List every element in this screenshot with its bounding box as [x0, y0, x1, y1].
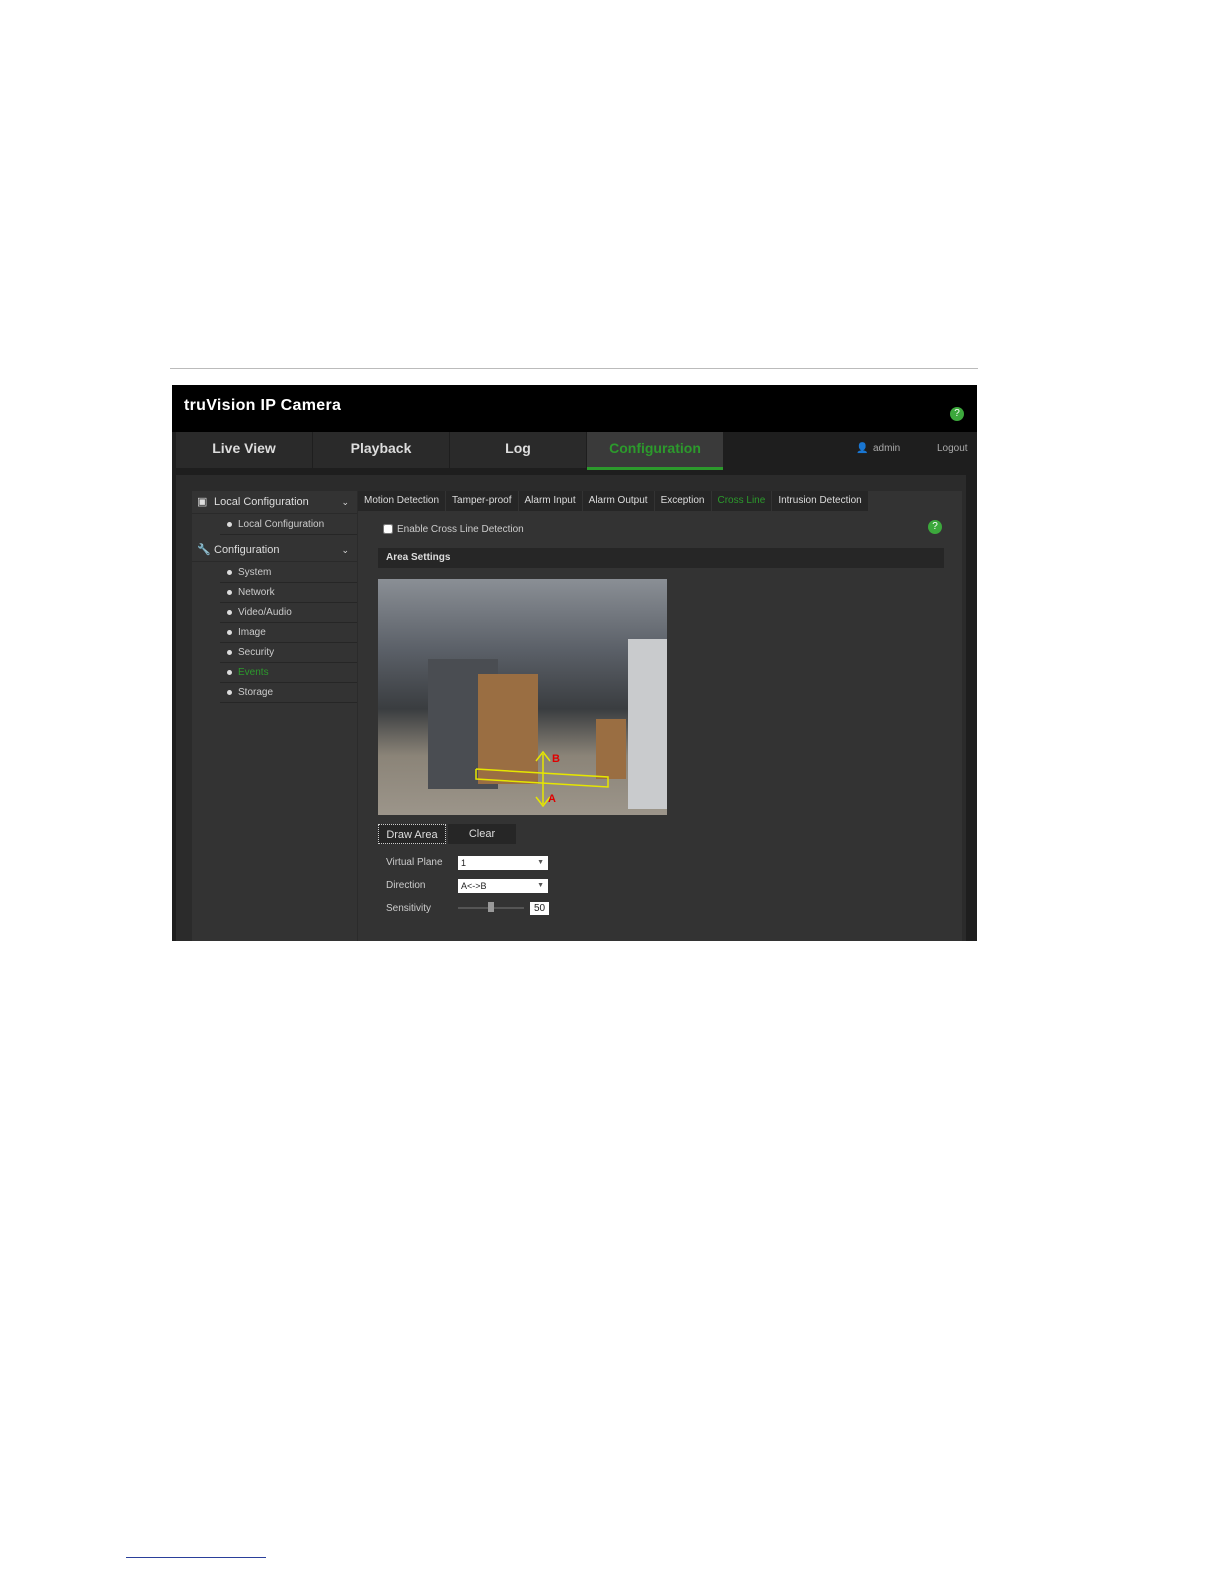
chevron-down-icon: ⌄: [341, 545, 349, 555]
tab-configuration[interactable]: Configuration: [587, 432, 723, 470]
sidebar-item-security[interactable]: Security: [220, 643, 357, 663]
enable-cross-line-checkbox[interactable]: [383, 524, 393, 534]
camera-preview[interactable]: B A: [378, 579, 667, 815]
logout-link[interactable]: Logout: [937, 443, 968, 454]
sidebar-item-local-configuration[interactable]: Local Configuration: [220, 515, 357, 535]
cross-line-overlay: [475, 750, 609, 808]
event-tabs: Motion Detection Tamper-proof Alarm Inpu…: [358, 491, 962, 511]
header: truVision IP Camera ?: [172, 385, 977, 432]
page-rule: [170, 368, 978, 369]
area-buttons: Draw Area Clear: [378, 824, 518, 844]
wrench-icon: 🔧: [197, 544, 211, 556]
logo: truVision IP Camera: [184, 397, 342, 414]
sidebar-item-network[interactable]: Network: [220, 583, 357, 603]
sidebar-header-label: Configuration: [214, 544, 280, 556]
tab-playback[interactable]: Playback: [313, 432, 449, 468]
area-settings-header: Area Settings: [378, 548, 944, 568]
tab-live-view[interactable]: Live View: [176, 432, 312, 468]
tab-alarm-output[interactable]: Alarm Output: [582, 491, 654, 511]
sensitivity-slider-handle[interactable]: [488, 902, 494, 912]
sidebar-item-events[interactable]: Events: [220, 663, 357, 683]
tab-cross-line[interactable]: Cross Line: [711, 491, 772, 511]
overlay-label-a: A: [548, 793, 556, 805]
enable-label: Enable Cross Line Detection: [397, 524, 524, 535]
content-panel: Motion Detection Tamper-proof Alarm Inpu…: [358, 491, 962, 941]
dropdown-arrow-icon: ▼: [537, 859, 544, 866]
clear-button[interactable]: Clear: [448, 824, 516, 844]
direction-label: Direction: [386, 880, 426, 891]
draw-area-button[interactable]: Draw Area: [378, 824, 446, 844]
sidebar-configuration[interactable]: 🔧 Configuration ⌄: [192, 539, 357, 562]
virtual-plane-value: 1: [461, 858, 467, 868]
sidebar-item-video-audio[interactable]: Video/Audio: [220, 603, 357, 623]
sidebar-header-label: Local Configuration: [214, 496, 309, 508]
chevron-down-icon: ⌄: [341, 497, 349, 507]
tab-exception[interactable]: Exception: [654, 491, 711, 511]
sidebar-item-system[interactable]: System: [220, 563, 357, 583]
overlay-label-b: B: [552, 753, 560, 765]
virtual-plane-label: Virtual Plane: [386, 857, 443, 868]
footnote-rule: [126, 1557, 266, 1558]
sidebar: ▣ Local Configuration ⌄ Local Configuratio…: [192, 491, 357, 941]
tab-alarm-input[interactable]: Alarm Input: [518, 491, 582, 511]
direction-value: A<->B: [461, 881, 487, 891]
sidebar-item-storage[interactable]: Storage: [220, 683, 357, 703]
sidebar-local-configuration[interactable]: ▣ Local Configuration ⌄: [192, 491, 357, 514]
sidebar-item-image[interactable]: Image: [220, 623, 357, 643]
dropdown-arrow-icon: ▼: [537, 882, 544, 889]
tab-motion-detection[interactable]: Motion Detection: [358, 491, 446, 511]
tab-tamper-proof[interactable]: Tamper-proof: [446, 491, 518, 511]
tab-intrusion-detection[interactable]: Intrusion Detection: [772, 491, 868, 511]
user-icon: 👤: [856, 443, 869, 454]
help-icon[interactable]: ?: [928, 520, 942, 534]
user-name[interactable]: admin: [873, 443, 900, 454]
monitor-icon: ▣: [197, 496, 208, 508]
help-icon[interactable]: ?: [950, 407, 964, 421]
direction-select[interactable]: A<->B ▼: [458, 879, 548, 893]
main-area: ▣ Local Configuration ⌄ Local Configuratio…: [176, 475, 966, 941]
main-nav: Live View Playback Log Configuration: [176, 432, 724, 470]
tab-log[interactable]: Log: [450, 432, 586, 468]
sensitivity-value[interactable]: 50: [530, 902, 549, 915]
virtual-plane-select[interactable]: 1 ▼: [458, 856, 548, 870]
camera-web-ui: truVision IP Camera ? Live View Playback…: [172, 385, 977, 941]
sensitivity-label: Sensitivity: [386, 903, 432, 914]
